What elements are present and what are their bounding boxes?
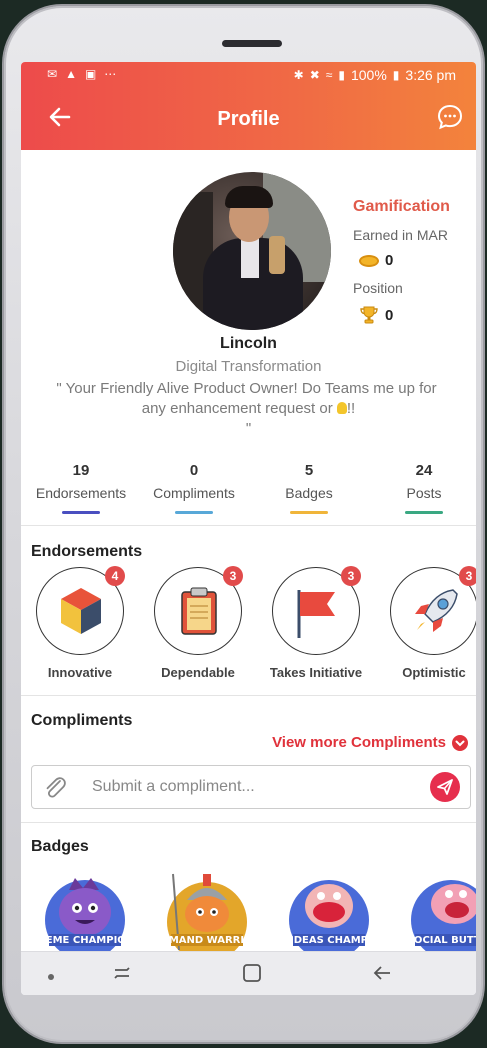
endorsements-heading: Endorsements — [31, 543, 143, 560]
app-header: Profile — [21, 88, 476, 150]
badge-demand-warrior[interactable]: DEMAND WARRIOR — [154, 870, 261, 962]
gamification-title: Gamification — [353, 198, 450, 215]
stat-underline — [405, 511, 443, 514]
chat-bubble-icon[interactable] — [436, 103, 464, 131]
send-icon — [437, 779, 453, 795]
divider — [21, 695, 476, 696]
mute-icon: ✖ — [309, 68, 320, 82]
earned-label: Earned in MAR — [353, 227, 448, 243]
speaker-grille — [222, 40, 282, 47]
compliment-placeholder: Submit a compliment... — [92, 778, 255, 795]
app-topbar: ✉ ▲ ▣ ⋯ ✱ ✖ ≈ ▮ 100% ▮ 3:26 pm Profile — [21, 62, 476, 150]
position-label: Position — [353, 280, 403, 296]
badge-ideas-champ[interactable]: IDEAS CHAMP — [283, 870, 375, 962]
compliment-input[interactable]: Submit a compliment... — [31, 765, 471, 809]
image-icon: ▣ — [84, 67, 97, 81]
endorsement-circle: 3 — [272, 566, 361, 655]
profile-name: Lincoln — [220, 335, 277, 352]
bluetooth-icon: ✱ — [293, 68, 304, 82]
position-value: 0 — [385, 306, 394, 324]
endorsement-optimistic[interactable]: 3 Optimistic — [375, 566, 476, 680]
paperclip-icon[interactable] — [42, 776, 68, 800]
recent-apps-icon[interactable] — [111, 962, 133, 989]
profile-role: Digital Transformation — [175, 358, 322, 375]
signal-icon: ▮ — [338, 68, 345, 82]
wifi-icon: ≈ — [325, 68, 333, 82]
stats-row: 19 Endorsements 0 Compliments 5 Badges 2… — [21, 462, 476, 528]
stat-value: 5 — [304, 462, 314, 479]
app-screen: ✉ ▲ ▣ ⋯ ✱ ✖ ≈ ▮ 100% ▮ 3:26 pm Profile G… — [21, 62, 476, 995]
stat-label: Compliments — [153, 485, 235, 501]
badges-heading: Badges — [31, 838, 89, 855]
avatar[interactable] — [173, 172, 331, 330]
badge-social-butter[interactable]: SOCIAL BUTTER — [405, 870, 476, 962]
coin-icon — [359, 254, 379, 267]
endorsement-label: Innovative — [47, 665, 113, 680]
stat-underline — [175, 511, 213, 514]
compliments-heading: Compliments — [31, 712, 133, 729]
ai-icon: ▲ — [65, 67, 77, 81]
divider — [21, 525, 476, 526]
stat-value: 19 — [72, 462, 90, 479]
stat-underline — [62, 511, 100, 514]
send-button[interactable] — [430, 772, 460, 802]
stat-posts[interactable]: 24 Posts — [364, 462, 476, 514]
battery-icon: ▮ — [392, 68, 400, 82]
endorsement-count: 3 — [459, 566, 476, 586]
mail-icon: ✉ — [47, 67, 58, 81]
earned-value: 0 — [385, 252, 394, 269]
badge-text: IDEAS CHAMP — [290, 935, 368, 946]
endorsement-label: Takes Initiative — [269, 665, 363, 680]
endorsement-count: 3 — [223, 566, 243, 586]
divider — [21, 822, 476, 823]
endorsement-circle: 3 — [390, 566, 476, 655]
endorsement-innovative[interactable]: 4 Innovative — [21, 566, 139, 680]
gamification-panel: Gamification Earned in MAR 0 Position 0 — [353, 198, 473, 325]
endorsement-dependable[interactable]: 3 Dependable — [139, 566, 257, 680]
stat-label: Endorsements — [35, 485, 127, 501]
stat-value: 0 — [189, 462, 199, 479]
endorsement-takes-initiative[interactable]: 3 Takes Initiative — [257, 566, 375, 680]
android-nav-bar — [21, 951, 476, 995]
bio-line-2: any enhancement request or !! — [141, 400, 356, 417]
trophy-icon — [359, 305, 379, 325]
home-button-icon[interactable] — [241, 962, 263, 989]
view-more-compliments-link[interactable]: View more Compliments — [272, 734, 468, 751]
back-nav-icon[interactable] — [371, 962, 393, 989]
stat-value: 24 — [415, 462, 433, 479]
stat-label: Badges — [285, 485, 333, 501]
endorsement-circle: 3 — [154, 566, 243, 655]
endorsement-label: Optimistic — [402, 665, 466, 680]
endorsement-label: Dependable — [161, 665, 235, 680]
stat-label: Posts — [406, 485, 442, 501]
badge-text: MEME CHAMPION — [39, 935, 131, 946]
stat-badges[interactable]: 5 Badges — [249, 462, 369, 514]
lightbulb-icon — [336, 402, 347, 414]
profile-bio: " Your Friendly Alive Product Owner! Do … — [56, 380, 437, 437]
view-more-label: View more Compliments — [272, 734, 446, 751]
battery-percent: 100% — [350, 67, 387, 83]
bio-line-3: " — [245, 420, 252, 437]
badge-text: DEMAND WARRIOR — [161, 935, 253, 946]
stat-underline — [290, 511, 328, 514]
status-bar: ✉ ▲ ▣ ⋯ ✱ ✖ ≈ ▮ 100% ▮ 3:26 pm — [21, 62, 476, 88]
endorsement-count: 4 — [105, 566, 125, 586]
endorsement-circle: 4 — [36, 566, 125, 655]
stat-endorsements[interactable]: 19 Endorsements — [21, 462, 141, 514]
stat-compliments[interactable]: 0 Compliments — [134, 462, 254, 514]
nav-dot-icon[interactable] — [47, 968, 55, 986]
more-dots-icon: ⋯ — [104, 67, 117, 81]
badge-text: SOCIAL BUTTER — [407, 935, 476, 946]
badge-meme-champion[interactable]: MEME CHAMPION — [36, 870, 134, 962]
page-title: Profile — [217, 108, 280, 130]
chevron-down-icon — [452, 734, 468, 751]
clock: 3:26 pm — [405, 67, 456, 83]
endorsement-count: 3 — [341, 566, 361, 586]
